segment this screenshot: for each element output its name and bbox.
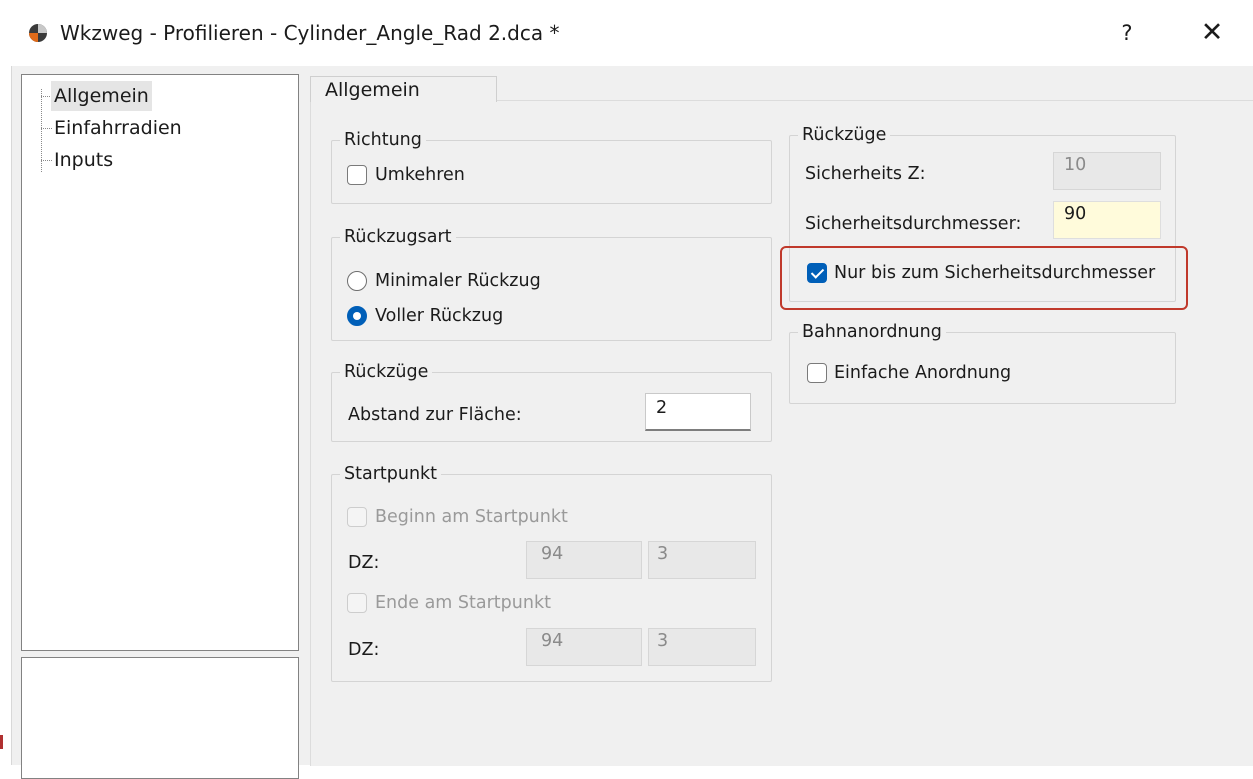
abstand-input[interactable]: 2 bbox=[645, 393, 751, 431]
sicherheits-z-label: Sicherheits Z: bbox=[805, 164, 926, 184]
group-title: Rückzüge bbox=[798, 123, 891, 147]
einfache-anordnung-label[interactable]: Einfache Anordnung bbox=[834, 361, 1011, 385]
title-bar: Wkzweg - Profilieren - Cylinder_Angle_Ra… bbox=[0, 0, 1253, 66]
einfache-anordnung-checkbox[interactable] bbox=[807, 363, 827, 383]
navigation-tree[interactable]: Allgemein Einfahrradien Inputs bbox=[21, 74, 299, 651]
app-icon bbox=[29, 24, 47, 42]
dz-end-value-a: 94 bbox=[541, 631, 564, 651]
sicherheitsdurchmesser-label: Sicherheitsdurchmesser: bbox=[805, 214, 1022, 234]
help-button[interactable]: ? bbox=[1112, 18, 1142, 48]
close-button[interactable]: ✕ bbox=[1195, 16, 1229, 50]
sicherheits-z-input[interactable]: 10 bbox=[1053, 152, 1161, 190]
dz-end-input-a[interactable]: 94 bbox=[526, 628, 642, 666]
dz-label-1: DZ: bbox=[348, 553, 380, 573]
voller-rueckzug-label[interactable]: Voller Rückzug bbox=[375, 304, 503, 328]
group-bahnanordnung: Bahnanordnung Einfache Anordnung bbox=[789, 320, 1176, 404]
ende-am-startpunkt-label[interactable]: Ende am Startpunkt bbox=[375, 591, 551, 615]
sicherheits-z-value: 10 bbox=[1064, 155, 1087, 175]
sicherheitsdurchmesser-input[interactable]: 90 bbox=[1053, 201, 1161, 239]
tab-allgemein[interactable]: Allgemein bbox=[310, 76, 497, 102]
highlight-annotation bbox=[780, 246, 1188, 310]
beginn-am-startpunkt-label[interactable]: Beginn am Startpunkt bbox=[375, 505, 568, 529]
umkehren-checkbox[interactable] bbox=[347, 165, 367, 185]
ende-am-startpunkt-checkbox[interactable] bbox=[347, 593, 367, 613]
umkehren-label[interactable]: Umkehren bbox=[375, 163, 465, 187]
dz-end-input-b[interactable]: 3 bbox=[648, 628, 756, 666]
tree-item-label: Allgemein bbox=[51, 81, 152, 111]
tree-item-label: Inputs bbox=[54, 149, 114, 171]
abstand-label: Abstand zur Fläche: bbox=[348, 405, 522, 425]
dz-label-2: DZ: bbox=[348, 640, 380, 660]
dz-start-input-b[interactable]: 3 bbox=[648, 541, 756, 579]
tree-connector bbox=[41, 128, 52, 129]
group-title: Startpunkt bbox=[340, 462, 442, 486]
dz-start-input-a[interactable]: 94 bbox=[526, 541, 642, 579]
group-startpunkt: Startpunkt Beginn am Startpunkt DZ: 94 3… bbox=[331, 462, 772, 682]
group-title: Rückzüge bbox=[340, 360, 433, 384]
edge-mark bbox=[0, 735, 3, 749]
window-title: Wkzweg - Profilieren - Cylinder_Angle_Ra… bbox=[60, 21, 560, 45]
beginn-am-startpunkt-checkbox[interactable] bbox=[347, 507, 367, 527]
group-title: Rückzugsart bbox=[340, 225, 456, 249]
group-title: Bahnanordnung bbox=[798, 320, 946, 344]
group-rueckzugsart: Rückzugsart Minimaler Rückzug Voller Rüc… bbox=[331, 225, 772, 341]
group-rueckzuege-left: Rückzüge Abstand zur Fläche: 2 bbox=[331, 360, 772, 442]
dz-start-value-a: 94 bbox=[541, 544, 564, 564]
tree-connector bbox=[41, 160, 52, 161]
minimaler-rueckzug-label[interactable]: Minimaler Rückzug bbox=[375, 269, 541, 293]
dz-start-value-b: 3 bbox=[657, 544, 669, 564]
tree-item-label: Einfahrradien bbox=[54, 117, 182, 139]
description-panel bbox=[21, 657, 299, 779]
abstand-value: 2 bbox=[656, 398, 668, 418]
dz-end-value-b: 3 bbox=[657, 631, 669, 651]
group-richtung: Richtung Umkehren bbox=[331, 128, 772, 204]
group-title: Richtung bbox=[340, 128, 426, 152]
minimaler-rueckzug-radio[interactable] bbox=[347, 271, 367, 291]
sicherheitsdurchmesser-value: 90 bbox=[1064, 204, 1087, 224]
voller-rueckzug-radio[interactable] bbox=[347, 306, 367, 326]
